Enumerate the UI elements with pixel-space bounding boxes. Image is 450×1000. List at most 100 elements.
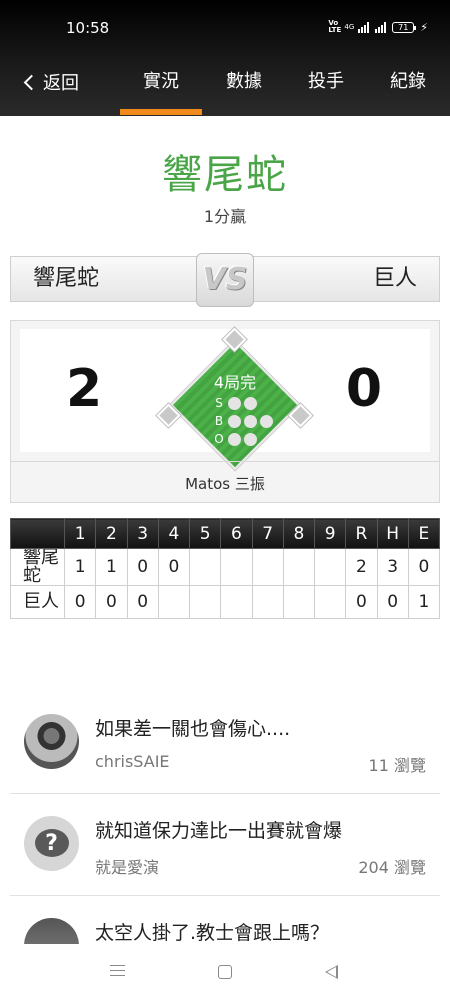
inning-status: 4局完: [213, 373, 257, 392]
linescore-table: 1 2 3 4 5 6 7 8 9 R H E 響尾蛇 1 1 0 0 2 3: [10, 518, 441, 619]
ball-dot: [260, 414, 273, 428]
score-cell: [251, 585, 284, 619]
out-count: O: [213, 432, 257, 446]
score-cell: 1: [63, 548, 97, 586]
list-item[interactable]: 太空人掛了.教士會跟上嗎？: [10, 896, 440, 944]
header-cell: 6: [220, 518, 253, 549]
scoreboard: 2 0 4局完 S B O: [20, 327, 430, 471]
score-cell: 0: [157, 548, 191, 586]
score-panel: 2 0 4局完 S B O Matos 三振: [10, 320, 440, 503]
list-item[interactable]: ? 就知道保力達比一出賽就會爆 就是愛演 204 瀏覽: [10, 794, 440, 896]
row-team: 響尾蛇: [10, 548, 65, 586]
score-cell: [220, 548, 253, 586]
score-cell: [282, 585, 316, 619]
runs-cell: 0: [345, 585, 378, 619]
avatar: [24, 714, 79, 769]
chevron-left-icon: [23, 74, 40, 90]
tab-live[interactable]: 實況: [120, 68, 202, 96]
comment-user: 就是愛演: [95, 858, 160, 877]
comment-title: 就知道保力達比一出賽就會爆: [95, 820, 343, 842]
signal-icon-2: [375, 21, 387, 33]
runs-cell: 2: [345, 548, 378, 586]
last-play: Matos 三振: [185, 475, 265, 493]
errors-cell: 1: [407, 585, 441, 619]
score-cell: [220, 585, 253, 619]
back-label: 返回: [43, 73, 79, 94]
score-cell: [313, 548, 347, 586]
score-cell: [188, 548, 222, 586]
linescore-header-row: 1 2 3 4 5 6 7 8 9 R H E: [10, 518, 441, 549]
linescore-row: 巨人 0 0 0 0 0 1: [10, 585, 441, 619]
list-item[interactable]: 如果差一關也會傷心.... chrisSAIE 11 瀏覽: [10, 692, 440, 794]
active-tab-indicator: [120, 109, 202, 115]
linescore-row: 響尾蛇 1 1 0 0 2 3 0: [10, 548, 441, 586]
home-score: 0: [345, 359, 382, 419]
ball-dot: [244, 414, 257, 428]
hits-cell: 3: [376, 548, 409, 586]
strike-count: S: [213, 396, 257, 410]
score-cell: 0: [126, 548, 159, 586]
header-cell: [10, 518, 65, 549]
header-cell: 5: [188, 518, 222, 549]
ball-dot: [228, 414, 241, 428]
row-team: 巨人: [10, 585, 65, 619]
system-nav-bar: [0, 945, 450, 1000]
score-cell: [251, 548, 284, 586]
header-cell: 3: [126, 518, 159, 549]
comment-views: 11 瀏覽: [368, 756, 426, 775]
teams-banner: 響尾蛇 巨人 VS: [10, 253, 440, 307]
header-cell: 4: [157, 518, 191, 549]
out-dot: [228, 432, 241, 446]
hits-cell: 0: [376, 585, 409, 619]
back-triangle-icon[interactable]: [325, 965, 338, 979]
avatar: ?: [24, 816, 79, 871]
score-cell: [188, 585, 222, 619]
question-mark-icon: ?: [45, 831, 58, 856]
score-cell: 0: [126, 585, 159, 619]
header-cell: E: [407, 518, 441, 549]
winner-team: 響尾蛇: [162, 152, 288, 198]
header-cell: 7: [251, 518, 284, 549]
header-cell: H: [376, 518, 409, 549]
header-cell: 1: [63, 518, 97, 549]
header-cell: R: [345, 518, 378, 549]
home-icon[interactable]: [218, 965, 232, 979]
header-cell: 8: [282, 518, 316, 549]
score-cell: [282, 548, 316, 586]
score-cell: [157, 585, 191, 619]
status-icons: Vo LTE 4G 71 ⚡: [328, 20, 428, 34]
vs-badge: VS: [196, 253, 254, 307]
signal-icon: [358, 21, 370, 33]
result-margin: 1分贏: [203, 207, 247, 226]
divider: [11, 461, 439, 462]
charging-icon: ⚡: [420, 20, 428, 34]
score-cell: 0: [63, 585, 97, 619]
baseball-diamond: 4局完 S B O: [155, 327, 315, 489]
comment-title: 如果差一關也會傷心....: [95, 718, 291, 740]
comment-title: 太空人掛了.教士會跟上嗎？: [95, 922, 330, 944]
away-score: 2: [66, 359, 103, 419]
tab-stats[interactable]: 數據: [208, 68, 280, 96]
tab-pitchers[interactable]: 投手: [290, 68, 362, 96]
home-team-name: 巨人: [248, 256, 440, 302]
volte-icon: Vo LTE: [328, 19, 342, 34]
comment-user: chrisSAIE: [95, 752, 170, 771]
comment-list: 如果差一關也會傷心.... chrisSAIE 11 瀏覽 ? 就知道保力達比一…: [10, 692, 440, 944]
menu-icon[interactable]: [110, 965, 125, 980]
header-cell: 2: [95, 518, 128, 549]
strike-dot: [228, 396, 241, 410]
comment-views: 204 瀏覽: [358, 858, 426, 877]
back-button[interactable]: 返回: [22, 68, 79, 96]
away-team-name: 響尾蛇: [10, 256, 202, 302]
status-bar: 10:58 Vo LTE 4G 71 ⚡: [0, 0, 450, 56]
battery-icon: 71: [392, 21, 417, 33]
header-cell: 9: [313, 518, 347, 549]
score-cell: 1: [95, 548, 128, 586]
score-cell: 0: [95, 585, 128, 619]
top-nav: 返回 實況 數據 投手 紀錄: [0, 56, 450, 116]
network-type: 4G: [344, 23, 355, 31]
tab-records[interactable]: 紀錄: [372, 68, 444, 96]
errors-cell: 0: [407, 548, 441, 586]
strike-dot: [244, 396, 257, 410]
ball-count: B: [213, 414, 273, 428]
